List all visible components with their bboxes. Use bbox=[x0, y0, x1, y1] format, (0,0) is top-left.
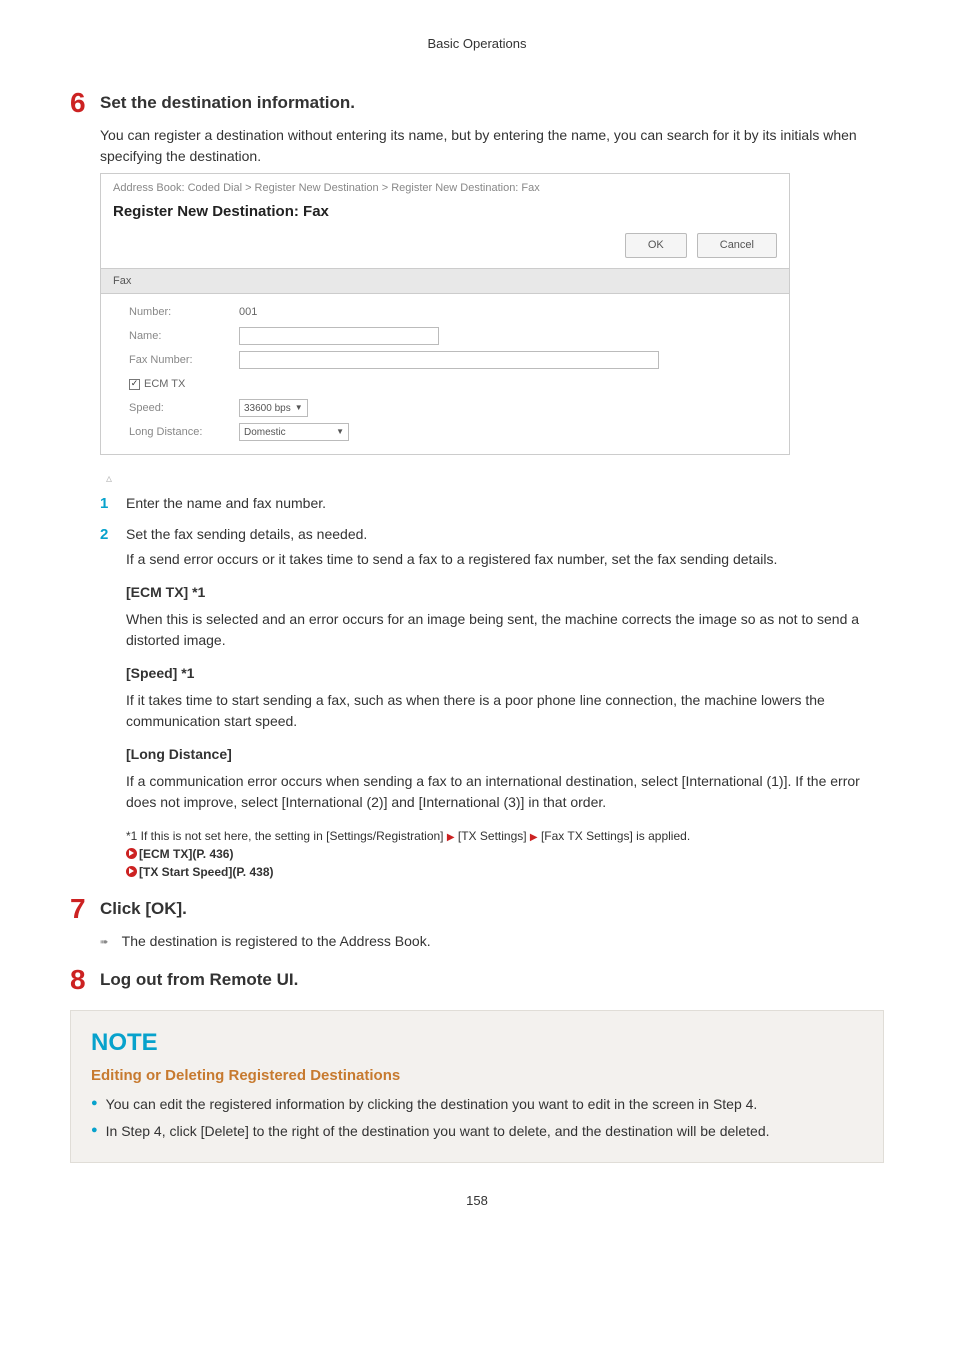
footnote-text-mid2: [Fax TX Settings] is applied. bbox=[541, 829, 690, 843]
link-icon bbox=[126, 848, 137, 859]
name-label: Name: bbox=[129, 328, 239, 345]
note-box: NOTE Editing or Deleting Registered Dest… bbox=[70, 1010, 884, 1163]
speed-body: If it takes time to start sending a fax,… bbox=[126, 690, 884, 732]
ok-button[interactable]: OK bbox=[625, 233, 687, 258]
arrow-icon: ▶ bbox=[447, 832, 455, 843]
long-distance-heading: [Long Distance] bbox=[126, 744, 884, 765]
step-7: 7 Click [OK]. bbox=[70, 895, 884, 923]
step-8: 8 Log out from Remote UI. bbox=[70, 966, 884, 994]
chapter-header: Basic Operations bbox=[70, 36, 884, 51]
page-number: 158 bbox=[70, 1193, 884, 1208]
scroll-indicator: ▵ bbox=[100, 469, 884, 487]
fax-section-header: Fax bbox=[101, 269, 789, 295]
footnote-text-mid1: [TX Settings] bbox=[458, 829, 530, 843]
chevron-down-icon: ▼ bbox=[295, 402, 303, 414]
long-distance-body: If a communication error occurs when sen… bbox=[126, 771, 884, 813]
fax-number-label: Fax Number: bbox=[129, 352, 239, 369]
ecm-label: ECM TX bbox=[144, 376, 185, 393]
long-distance-label: Long Distance: bbox=[129, 424, 239, 441]
speed-heading: [Speed] *1 bbox=[126, 663, 884, 684]
substep-2-line2: If a send error occurs or it takes time … bbox=[126, 549, 884, 570]
number-value: 001 bbox=[239, 304, 257, 321]
name-input[interactable] bbox=[239, 327, 439, 345]
ecm-tx-body: When this is selected and an error occur… bbox=[126, 609, 884, 651]
fax-number-input[interactable] bbox=[239, 351, 659, 369]
speed-label: Speed: bbox=[129, 400, 239, 417]
step-7-number: 7 bbox=[70, 895, 88, 923]
note-item-1: ● You can edit the registered informatio… bbox=[91, 1094, 863, 1115]
note-item-2: ● In Step 4, click [Delete] to the right… bbox=[91, 1121, 863, 1142]
step-6-intro: You can register a destination without e… bbox=[100, 125, 884, 167]
screenshot-breadcrumb: Address Book: Coded Dial > Register New … bbox=[101, 174, 789, 199]
screenshot-title: Register New Destination: Fax bbox=[101, 199, 789, 230]
cancel-button[interactable]: Cancel bbox=[697, 233, 777, 258]
step-6-number: 6 bbox=[70, 89, 88, 117]
ecm-tx-heading: [ECM TX] *1 bbox=[126, 582, 884, 603]
step-8-number: 8 bbox=[70, 966, 88, 994]
footnote-text-pre: *1 If this is not set here, the setting … bbox=[126, 829, 447, 843]
step-7-title: Click [OK]. bbox=[100, 895, 187, 923]
note-subheading: Editing or Deleting Registered Destinati… bbox=[91, 1067, 863, 1084]
chevron-down-icon: ▼ bbox=[336, 426, 344, 438]
step-8-title: Log out from Remote UI. bbox=[100, 966, 298, 994]
substep-2-number: 2 bbox=[100, 524, 112, 881]
note-heading: NOTE bbox=[91, 1029, 863, 1057]
substep-1-number: 1 bbox=[100, 493, 112, 518]
bullet-icon: ● bbox=[91, 1121, 98, 1142]
link-tx-start-speed[interactable]: [TX Start Speed](P. 438) bbox=[139, 865, 273, 879]
footnote: *1 If this is not set here, the setting … bbox=[126, 827, 884, 881]
long-distance-select[interactable]: Domestic▼ bbox=[239, 423, 349, 441]
substep-1-text: Enter the name and fax number. bbox=[126, 493, 884, 514]
substep-2-line1: Set the fax sending details, as needed. bbox=[126, 524, 884, 545]
link-ecm-tx[interactable]: [ECM TX](P. 436) bbox=[139, 847, 233, 861]
step-7-result: ➠ The destination is registered to the A… bbox=[100, 931, 884, 952]
arrow-icon: ▶ bbox=[530, 832, 538, 843]
bullet-icon: ● bbox=[91, 1094, 98, 1115]
ecm-checkbox[interactable]: ✓ bbox=[129, 379, 140, 390]
number-label: Number: bbox=[129, 304, 239, 321]
step-6-title: Set the destination information. bbox=[100, 89, 355, 117]
speed-select[interactable]: 33600 bps▼ bbox=[239, 399, 308, 417]
substep-1: 1 Enter the name and fax number. bbox=[100, 493, 884, 518]
substep-2: 2 Set the fax sending details, as needed… bbox=[100, 524, 884, 881]
result-arrow-icon: ➠ bbox=[100, 935, 118, 950]
screenshot-register-fax: Address Book: Coded Dial > Register New … bbox=[100, 173, 790, 455]
step-6: 6 Set the destination information. bbox=[70, 89, 884, 117]
link-icon bbox=[126, 866, 137, 877]
